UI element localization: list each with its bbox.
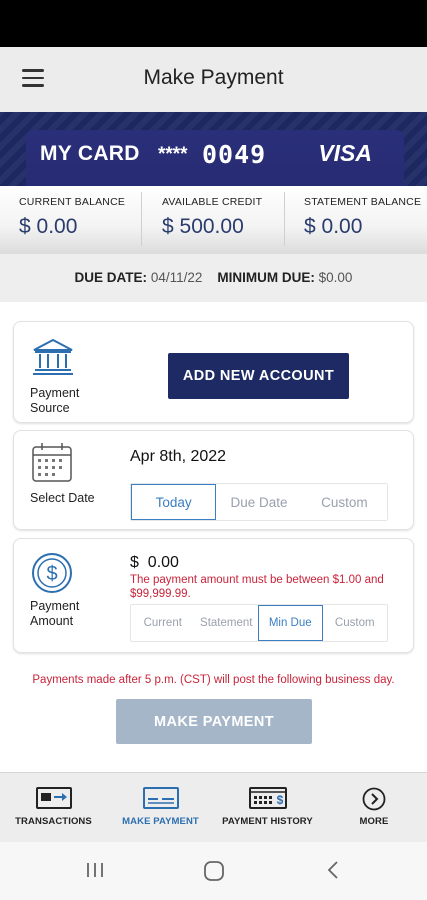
calendar-icon [31, 442, 73, 489]
svg-text:$: $ [276, 793, 283, 807]
amount-option-min-due[interactable]: Min Due [258, 605, 323, 641]
page-title: Make Payment [143, 66, 284, 89]
nav-payment-history[interactable]: $ PAYMENT HISTORY [214, 773, 321, 843]
select-date-label: Select Date [30, 491, 95, 505]
payment-source-panel: Payment Source ADD NEW ACCOUNT [13, 321, 414, 423]
amount-option-current[interactable]: Current [131, 605, 195, 641]
available-credit-value: $ 500.00 [162, 215, 244, 238]
payment-source-label-line2: Source [30, 401, 70, 415]
add-new-account-button[interactable]: ADD NEW ACCOUNT [168, 353, 349, 399]
statement-balance: STATEMENT BALANCE $ 0.00 [304, 196, 421, 239]
nav-payment-history-label: PAYMENT HISTORY [222, 816, 313, 827]
recent-apps-icon[interactable] [85, 860, 105, 885]
back-icon[interactable] [324, 860, 344, 885]
payment-amount-value[interactable]: $ 0.00 [130, 554, 179, 572]
balance-summary: CURRENT BALANCE $ 0.00 AVAILABLE CREDIT … [0, 186, 427, 254]
bottom-navigation: TRANSACTIONS MAKE PAYMENT $ PAYMENT HIST… [0, 772, 427, 842]
transactions-icon [35, 787, 72, 814]
card-name: MY CARD [40, 142, 140, 165]
nav-transactions-label: TRANSACTIONS [15, 816, 92, 827]
card-brand-logo: VISA [318, 140, 372, 166]
system-navigation-bar [0, 842, 427, 900]
payment-source-label: Payment Source [30, 386, 79, 416]
statement-balance-value: $ 0.00 [304, 215, 363, 238]
card-last-digits: 0049 [202, 140, 267, 169]
date-option-custom[interactable]: Custom [302, 484, 387, 520]
minimum-due-value: $0.00 [318, 270, 353, 285]
credit-card: MY CARD **** 0049 VISA [26, 130, 404, 186]
available-credit: AVAILABLE CREDIT $ 500.00 [162, 196, 262, 239]
nav-more-label: MORE [359, 816, 389, 827]
payment-amount-panel: $ Payment Amount $ 0.00 The payment amou… [13, 538, 414, 653]
bank-icon [31, 338, 75, 381]
payment-amount-label: Payment Amount [30, 599, 79, 629]
amount-option-custom[interactable]: Custom [323, 605, 387, 641]
make-payment-button[interactable]: MAKE PAYMENT [116, 699, 312, 744]
card-banner: MY CARD **** 0049 VISA [0, 112, 427, 186]
cutoff-notice: Payments made after 5 p.m. (CST) will po… [32, 674, 395, 686]
dollar-circle-icon: $ [31, 552, 73, 599]
app-bar: Make Payment [0, 47, 427, 112]
divider [141, 192, 142, 246]
make-payment-icon [142, 787, 179, 814]
current-balance: CURRENT BALANCE $ 0.00 [19, 196, 125, 239]
payment-amount-label-line2: Amount [30, 614, 74, 628]
due-date-value: 04/11/22 [150, 270, 203, 285]
status-bar [0, 0, 427, 47]
statement-balance-label: STATEMENT BALANCE [304, 196, 422, 208]
current-balance-label: CURRENT BALANCE [19, 196, 126, 208]
chevron-right-circle-icon [362, 787, 386, 816]
divider [284, 192, 285, 246]
available-credit-label: AVAILABLE CREDIT [162, 196, 263, 208]
nav-make-payment[interactable]: MAKE PAYMENT [107, 773, 214, 843]
nav-more[interactable]: MORE [321, 773, 427, 843]
date-option-group: Today Due Date Custom [130, 483, 388, 521]
payment-source-label-line1: Payment [30, 386, 80, 400]
nav-transactions[interactable]: TRANSACTIONS [0, 773, 107, 843]
date-option-due-date[interactable]: Due Date [216, 484, 301, 520]
selected-date-value: Apr 8th, 2022 [130, 448, 227, 465]
minimum-due-label: MINIMUM DUE: [217, 270, 315, 285]
amount-option-group: Current Statement Min Due Custom [130, 604, 388, 642]
payment-amount-label-line1: Payment [30, 599, 80, 613]
select-date-panel: Select Date Apr 8th, 2022 Today Due Date… [13, 430, 414, 530]
current-balance-value: $ 0.00 [19, 215, 78, 238]
nav-make-payment-label: MAKE PAYMENT [122, 816, 199, 827]
date-option-today[interactable]: Today [131, 484, 217, 520]
due-date-label: DUE DATE: [74, 270, 148, 285]
due-info-bar: DUE DATE: 04/11/22 MINIMUM DUE: $0.00 [0, 254, 427, 302]
amount-option-statement[interactable]: Statement [195, 605, 259, 641]
home-icon[interactable] [203, 860, 225, 887]
card-number-mask: **** [158, 144, 188, 165]
payment-history-icon: $ [248, 787, 287, 814]
svg-text:$: $ [46, 563, 57, 585]
payment-amount-error: The payment amount must be between $1.00… [130, 574, 384, 600]
payment-form: Payment Source ADD NEW ACCOUNT Select Da… [0, 302, 427, 772]
